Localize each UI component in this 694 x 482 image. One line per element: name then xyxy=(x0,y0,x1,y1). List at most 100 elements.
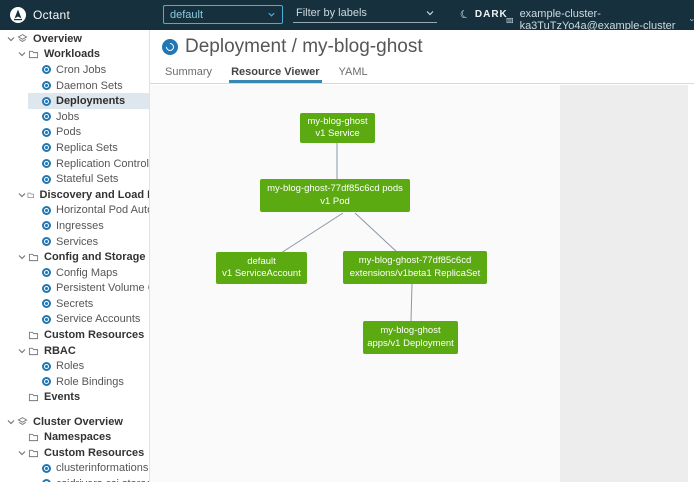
chevron-down-icon[interactable] xyxy=(17,252,27,262)
sidebar-item-replication-controllers[interactable]: Replication Controllers xyxy=(28,156,149,172)
graph-node-pod[interactable]: my-blog-ghost-77df85c6cd podsv1 Pod xyxy=(260,179,410,212)
sidebar-item-label: Custom Resources xyxy=(44,329,144,341)
chevron-slot xyxy=(17,49,28,59)
graph-node-deployment[interactable]: my-blog-ghostapps/v1 Deployment xyxy=(363,321,458,354)
graph-node-replicaset[interactable]: my-blog-ghost-77df85c6cdextensions/v1bet… xyxy=(343,251,487,284)
sidebar-item-deployments[interactable]: Deployments xyxy=(28,93,149,109)
chevron-down-icon[interactable] xyxy=(6,34,16,44)
namespace-select[interactable]: default xyxy=(163,5,283,24)
chevron-down-icon[interactable] xyxy=(17,49,27,59)
sidebar-item-stateful-sets[interactable]: Stateful Sets xyxy=(28,171,149,187)
resource-icon xyxy=(42,284,51,293)
sidebar-item-namespaces[interactable]: Namespaces xyxy=(0,429,149,445)
sidebar-item-label: Daemon Sets xyxy=(56,80,123,92)
sidebar-item-label: Workloads xyxy=(44,48,100,60)
tab-resource-viewer[interactable]: Resource Viewer xyxy=(229,64,321,83)
chevron-down-icon xyxy=(425,8,435,18)
sidebar-item-services[interactable]: Services xyxy=(28,234,149,250)
graph-node-serviceaccount[interactable]: defaultv1 ServiceAccount xyxy=(216,252,307,284)
sidebar-item-label: Namespaces xyxy=(44,431,111,443)
sidebar-item-ingresses[interactable]: Ingresses xyxy=(28,218,149,234)
sidebar-item-horizontal-pod-autoscalers[interactable]: Horizontal Pod Autoscalers xyxy=(28,203,149,219)
layers-icon xyxy=(17,416,28,427)
sidebar-item-label: Overview xyxy=(33,33,82,45)
sidebar-item-label: Ingresses xyxy=(56,220,104,232)
node-label-line: my-blog-ghost xyxy=(380,325,440,337)
sidebar-item-csidrivers-csi-storage-k8s-io[interactable]: csidrivers.csi.storage.k8s.io xyxy=(28,476,149,482)
page-title: Deployment / my-blog-ghost xyxy=(185,36,423,58)
brand-title: Octant xyxy=(33,8,70,22)
sidebar-item-label: Config and Storage xyxy=(44,251,145,263)
main-content: Deployment / my-blog-ghost Summary Resour… xyxy=(150,30,694,482)
label-filter-input[interactable]: Filter by labels xyxy=(293,5,437,23)
sidebar-item-pods[interactable]: Pods xyxy=(28,125,149,141)
folder-icon xyxy=(28,330,39,340)
sidebar-item-service-accounts[interactable]: Service Accounts xyxy=(28,312,149,328)
sidebar-item-jobs[interactable]: Jobs xyxy=(28,109,149,125)
chevron-down-icon[interactable] xyxy=(17,448,27,458)
sidebar-item-custom-resources[interactable]: Custom Resources xyxy=(0,327,149,343)
dark-mode-toggle[interactable]: ☾ DARK xyxy=(460,8,508,21)
octant-logo-icon xyxy=(10,7,26,23)
sidebar-item-label: RBAC xyxy=(44,345,76,357)
resource-icon xyxy=(42,143,51,152)
moon-icon: ☾ xyxy=(458,7,472,23)
sidebar-item-label: Deployments xyxy=(56,95,125,107)
sidebar-item-replica-sets[interactable]: Replica Sets xyxy=(28,140,149,156)
chevron-down-icon[interactable] xyxy=(17,190,27,200)
sidebar-item-label: Stateful Sets xyxy=(56,173,118,185)
node-label-line: v1 Service xyxy=(315,128,359,140)
resource-icon xyxy=(42,81,51,90)
sidebar-item-cluster-overview[interactable]: Cluster Overview xyxy=(0,414,149,430)
resource-icon xyxy=(42,377,51,386)
folder-icon xyxy=(27,190,35,200)
resource-icon xyxy=(42,315,51,324)
scrollbar-track xyxy=(688,85,694,482)
sidebar-item-label: Config Maps xyxy=(56,267,118,279)
sidebar-nav: Overview Workloads Cron Jobs Daemon Sets Dep… xyxy=(0,30,150,482)
resource-icon xyxy=(42,221,51,230)
node-label-line: v1 Pod xyxy=(320,196,350,208)
sidebar-item-clusterinformations-crd-projec[interactable]: clusterinformations.crd.projec xyxy=(28,461,149,477)
sidebar-item-secrets[interactable]: Secrets xyxy=(28,296,149,312)
sidebar-item-events[interactable]: Events xyxy=(0,390,149,406)
folder-icon xyxy=(28,49,39,59)
sidebar-item-roles[interactable]: Roles xyxy=(28,358,149,374)
node-label-line: v1 ServiceAccount xyxy=(222,268,301,280)
node-label-line: extensions/v1beta1 ReplicaSet xyxy=(350,268,480,280)
sidebar-item-discovery-and-load-balancing[interactable]: Discovery and Load Balancing xyxy=(0,187,149,203)
sidebar-item-label: Services xyxy=(56,236,98,248)
sidebar-item-config-maps[interactable]: Config Maps xyxy=(28,265,149,281)
chevron-down-icon[interactable] xyxy=(17,346,27,356)
sidebar-item-persistent-volume-claims[interactable]: Persistent Volume Claims xyxy=(28,281,149,297)
tab-summary[interactable]: Summary xyxy=(163,64,214,83)
sidebar-item-label: csidrivers.csi.storage.k8s.io xyxy=(56,478,149,482)
sidebar-item-overview[interactable]: Overview xyxy=(0,31,149,47)
sidebar-item-label: Cron Jobs xyxy=(56,64,106,76)
node-label-line: default xyxy=(247,256,276,268)
sidebar-item-daemon-sets[interactable]: Daemon Sets xyxy=(28,78,149,94)
resource-icon xyxy=(42,128,51,137)
tab-bar: Summary Resource Viewer YAML xyxy=(150,64,694,84)
sidebar-item-custom-resources[interactable]: Custom Resources xyxy=(0,445,149,461)
graph-node-service[interactable]: my-blog-ghostv1 Service xyxy=(300,113,375,143)
folder-icon xyxy=(28,252,39,262)
sidebar-item-rbac[interactable]: RBAC xyxy=(0,343,149,359)
sidebar-item-workloads[interactable]: Workloads xyxy=(0,47,149,63)
folder-icon xyxy=(28,432,39,442)
cluster-context-dropdown[interactable]: example-cluster-ka3TuTzYo4a@example-clus… xyxy=(506,8,694,32)
tab-yaml[interactable]: YAML xyxy=(337,64,370,83)
caret-down-icon xyxy=(689,16,694,24)
sidebar-item-cron-jobs[interactable]: Cron Jobs xyxy=(28,62,149,78)
resource-icon xyxy=(42,206,51,215)
content-header: Deployment / my-blog-ghost xyxy=(150,30,694,64)
sidebar-item-label: Cluster Overview xyxy=(33,416,123,428)
folder-icon xyxy=(28,392,39,402)
sidebar-item-config-and-storage[interactable]: Config and Storage xyxy=(0,249,149,265)
sidebar-item-role-bindings[interactable]: Role Bindings xyxy=(28,374,149,390)
sidebar-nav-list: Overview Workloads Cron Jobs Daemon Sets Dep… xyxy=(0,31,149,482)
resource-icon xyxy=(42,299,51,308)
resource-icon xyxy=(42,65,51,74)
resource-icon xyxy=(42,97,51,106)
chevron-down-icon[interactable] xyxy=(6,417,16,427)
